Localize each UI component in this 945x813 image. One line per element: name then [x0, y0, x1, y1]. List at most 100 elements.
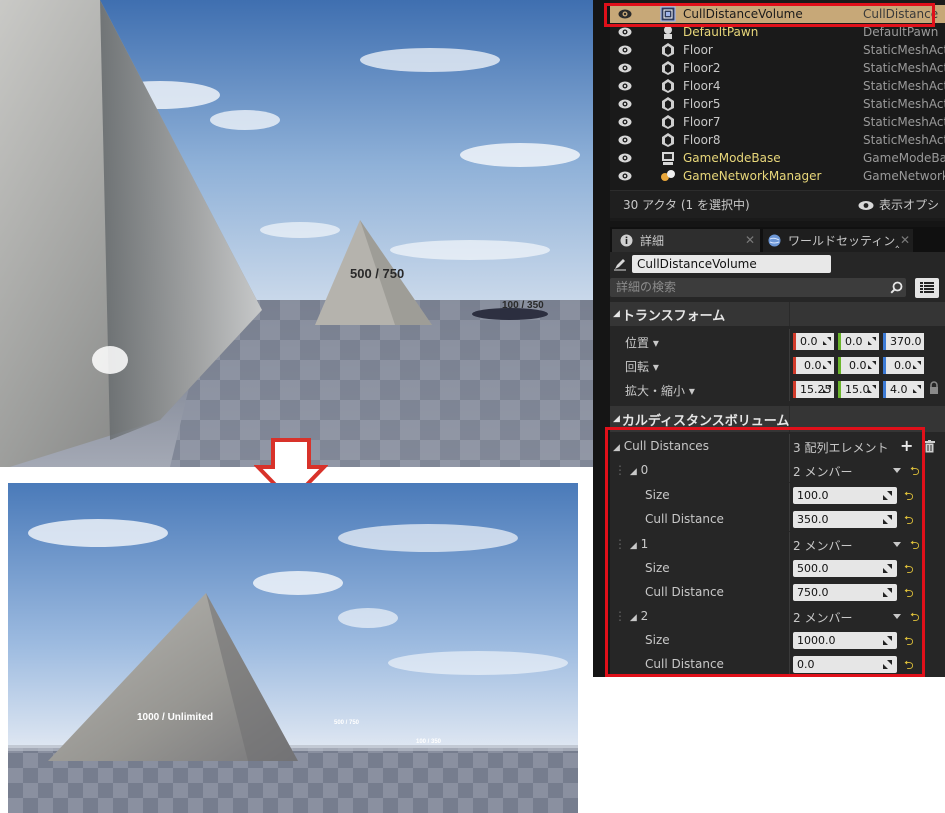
actor-name-field[interactable]: CullDistanceVolume: [632, 255, 831, 273]
cull-label-near: 1000 / Unlimited: [137, 712, 214, 723]
network-manager-icon: [661, 170, 675, 181]
outliner-footer: 30 アクタ (1 を選択中) 表示オプシ: [610, 190, 945, 218]
drag-arrow-icon: [913, 361, 921, 369]
visibility-eye-icon[interactable]: [618, 44, 632, 56]
cull-label-mid-after: 500 / 750: [334, 720, 360, 726]
viewport-before: 500 / 750 100 / 350: [0, 0, 600, 467]
rotation-y-field[interactable]: 0.0: [838, 357, 879, 374]
outliner-row-name: Floor8: [683, 133, 721, 147]
drag-arrow-icon: [823, 361, 831, 369]
scale-z-value: 4.0: [890, 383, 908, 396]
viewport-after-render: [8, 483, 578, 813]
location-y-field[interactable]: 0.0: [838, 333, 879, 350]
scale-x-field[interactable]: 15.25: [793, 381, 834, 398]
location-row: 位置 ▾ 0.0 0.0 370.0: [610, 329, 945, 353]
outliner-row-name: GameNetworkManager: [683, 169, 822, 183]
drag-arrow-icon: [913, 385, 921, 393]
static-mesh-icon: [662, 43, 674, 57]
static-mesh-icon: [662, 97, 674, 111]
location-y-value: 0.0: [845, 335, 863, 348]
outliner-row-name: Floor: [683, 43, 713, 57]
column-divider: [789, 353, 790, 377]
tab-world-settings-label: ワールドセッティン‸: [788, 234, 900, 248]
scale-z-field[interactable]: 4.0: [883, 381, 924, 398]
viewport-before-render: [0, 0, 600, 467]
rotation-x-field[interactable]: 0.0: [793, 357, 834, 374]
location-label-text: 位置: [625, 336, 650, 350]
location-z-field[interactable]: 370.0: [883, 333, 924, 350]
outliner-row-type: StaticMeshActo: [863, 133, 945, 147]
outliner-row-floor8[interactable]: Floor8 StaticMeshActo: [610, 131, 945, 149]
outliner-row-gamenetworkmanager[interactable]: GameNetworkManager GameNetworkM: [610, 167, 945, 185]
drag-arrow-icon: [823, 337, 831, 345]
outliner-row-type: StaticMeshActo: [863, 97, 945, 111]
close-icon[interactable]: ✕: [745, 233, 755, 247]
collapse-arrow-icon: ◢: [613, 309, 620, 319]
cull-label-mid: 500 / 750: [350, 266, 405, 281]
visibility-eye-icon[interactable]: [618, 62, 632, 74]
details-tabbar: 詳細 ✕ ワールドセッティン‸ ✕: [610, 227, 945, 252]
outliner-row-gamemodebase[interactable]: GameModeBase GameModeBas: [610, 149, 945, 167]
outliner-row-name: Floor5: [683, 97, 721, 111]
details-icon: [620, 234, 633, 247]
cull-label-far: 100 / 350: [502, 300, 544, 311]
column-divider: [789, 329, 790, 353]
property-matrix-button[interactable]: [915, 278, 939, 298]
scale-y-field[interactable]: 15.0: [838, 381, 879, 398]
drag-arrow-icon: [868, 337, 876, 345]
location-x-field[interactable]: 0.0: [793, 333, 834, 350]
details-search-input[interactable]: 詳細の検索: [610, 278, 906, 297]
tab-details[interactable]: 詳細 ✕: [612, 229, 760, 252]
outliner-row-floor7[interactable]: Floor7 StaticMeshActo: [610, 113, 945, 131]
globe-icon: [768, 234, 781, 247]
static-mesh-icon: [662, 79, 674, 93]
grid-icon: [920, 282, 934, 293]
outliner-row-type: StaticMeshActo: [863, 79, 945, 93]
drag-arrow-icon: [868, 361, 876, 369]
visibility-eye-icon[interactable]: [618, 26, 632, 38]
lock-icon[interactable]: [929, 381, 939, 395]
rotation-label-text: 回転: [625, 360, 650, 374]
outliner-row-name: Floor7: [683, 115, 721, 129]
outliner-row-floor2[interactable]: Floor2 StaticMeshActo: [610, 59, 945, 77]
rotation-z-value: 0.0: [894, 359, 912, 372]
search-icon[interactable]: [890, 281, 903, 294]
column-divider: [789, 302, 790, 326]
cull-volume-header: カルディスタンスボリューム: [621, 413, 790, 429]
trash-icon[interactable]: [924, 440, 935, 453]
outliner-row-name: GameModeBase: [683, 151, 781, 165]
static-mesh-icon: [662, 61, 674, 75]
visibility-eye-icon[interactable]: [618, 80, 632, 92]
transform-category[interactable]: ◢ トランスフォーム: [610, 302, 945, 326]
tab-world-settings[interactable]: ワールドセッティン‸ ✕: [763, 229, 913, 252]
outliner-row-floor[interactable]: Floor StaticMeshActo: [610, 41, 945, 59]
outliner-row-name: Floor4: [683, 79, 721, 93]
rotation-y-value: 0.0: [849, 359, 867, 372]
drag-arrow-icon: [868, 385, 876, 393]
visibility-eye-icon[interactable]: [618, 98, 632, 110]
highlight-box-outliner: [604, 3, 935, 27]
visibility-eye-icon[interactable]: [618, 170, 632, 182]
static-mesh-icon: [662, 115, 674, 129]
rotation-label[interactable]: 回転 ▾: [625, 358, 659, 375]
outliner-row-type: GameModeBas: [863, 151, 945, 165]
location-z-value: 370.0: [890, 335, 922, 348]
transform-header: トランスフォーム: [621, 308, 726, 324]
scale-label[interactable]: 拡大・縮小 ▾: [625, 382, 695, 399]
location-label[interactable]: 位置 ▾: [625, 334, 659, 351]
location-x-value: 0.0: [800, 335, 818, 348]
outliner-row-type: StaticMeshActo: [863, 43, 945, 57]
view-options-button[interactable]: 表示オプシ: [879, 196, 939, 213]
outliner-row-floor5[interactable]: Floor5 StaticMeshActo: [610, 95, 945, 113]
scale-row: 拡大・縮小 ▾ 15.25 15.0 4.0: [610, 377, 945, 401]
visibility-eye-icon[interactable]: [618, 152, 632, 164]
outliner-row-floor4[interactable]: Floor4 StaticMeshActo: [610, 77, 945, 95]
rotation-row: 回転 ▾ 0.0 0.0 0.0: [610, 353, 945, 377]
visibility-eye-icon[interactable]: [618, 134, 632, 146]
outliner-row-type: StaticMeshActo: [863, 115, 945, 129]
visibility-eye-icon[interactable]: [618, 116, 632, 128]
close-icon[interactable]: ✕: [900, 233, 910, 247]
view-options-eye-icon[interactable]: [858, 200, 874, 211]
rotation-z-field[interactable]: 0.0: [883, 357, 924, 374]
outliner-row-name: Floor2: [683, 61, 721, 75]
